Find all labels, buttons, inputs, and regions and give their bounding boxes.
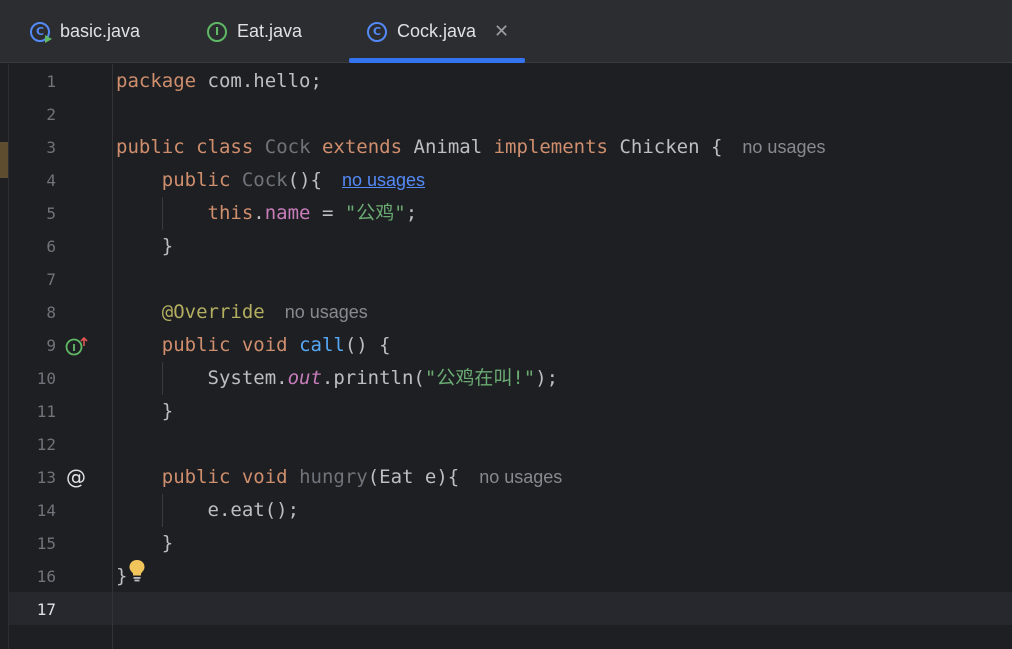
code-line-13: public void hungry(Eat e){no usages	[161, 466, 563, 488]
at-sign-icon[interactable]: @	[66, 461, 86, 494]
line-number: 15	[36, 534, 56, 553]
implements-method-icon[interactable]: I	[65, 335, 89, 357]
active-tab-indicator	[349, 58, 525, 63]
line-number: 2	[46, 105, 56, 124]
code-line-16: }	[116, 565, 128, 587]
line-number: 10	[36, 369, 56, 388]
code-line-6: }	[161, 235, 174, 257]
tab-label: Cock.java	[397, 21, 477, 41]
usage-hint: no usages	[479, 467, 563, 487]
usage-hint: no usages	[284, 302, 368, 322]
code-line-9: public void call() {	[161, 334, 391, 356]
line-number: 1	[46, 72, 56, 91]
code-line-11: }	[161, 400, 174, 422]
line-number: 14	[36, 501, 56, 520]
svg-text:I: I	[72, 343, 76, 354]
tab-basic-java[interactable]: C basic.java	[30, 0, 140, 63]
code-line-4: public Cock(){no usages	[161, 169, 426, 191]
code-line-14: e.eat();	[207, 499, 300, 521]
line-number-current: 17	[36, 600, 56, 619]
tab-label: Eat.java	[237, 21, 303, 41]
line-number: 16	[36, 567, 56, 586]
current-line-highlight	[9, 592, 1012, 625]
line-number: 8	[46, 303, 56, 322]
line-number: 4	[46, 171, 56, 190]
code-editor[interactable]: 1 2 3 4 5 6 7 8 9 10 11 12 13 14 15 16 1…	[0, 64, 1012, 649]
tab-eat-java[interactable]: I Eat.java	[207, 0, 302, 63]
code-line-15: }	[161, 532, 174, 554]
class-icon: C	[367, 21, 387, 42]
line-number: 9	[46, 336, 56, 355]
tab-cock-java[interactable]: C Cock.java ✕	[367, 0, 509, 63]
close-tab-icon[interactable]: ✕	[494, 21, 509, 42]
editor-left-border	[8, 64, 9, 649]
tab-label: basic.java	[60, 21, 141, 41]
usage-hint: no usages	[742, 137, 826, 157]
line-number: 5	[46, 204, 56, 223]
line-number: 11	[36, 402, 56, 421]
line-number: 13	[36, 468, 56, 487]
line-number: 6	[46, 237, 56, 256]
code-line-1: package com.hello;	[116, 70, 322, 92]
usage-hint-link[interactable]: no usages	[342, 170, 425, 190]
gutter-separator	[112, 64, 113, 649]
code-line-3: public class Cock extends Animal impleme…	[116, 136, 826, 158]
editor-tab-bar: C basic.java I Eat.java C Cock.java ✕	[0, 0, 1012, 63]
interface-icon: I	[207, 21, 227, 42]
lightbulb-icon[interactable]	[128, 559, 146, 583]
code-line-8: @Override no usages	[161, 301, 368, 323]
class-run-icon: C	[30, 21, 52, 43]
code-line-5: this.name = "公鸡";	[207, 202, 418, 224]
line-number: 12	[36, 435, 56, 454]
change-marker	[0, 142, 8, 178]
line-number: 3	[46, 138, 56, 157]
code-line-10: System.out.println("公鸡在叫!");	[207, 367, 559, 389]
line-number: 7	[46, 270, 56, 289]
